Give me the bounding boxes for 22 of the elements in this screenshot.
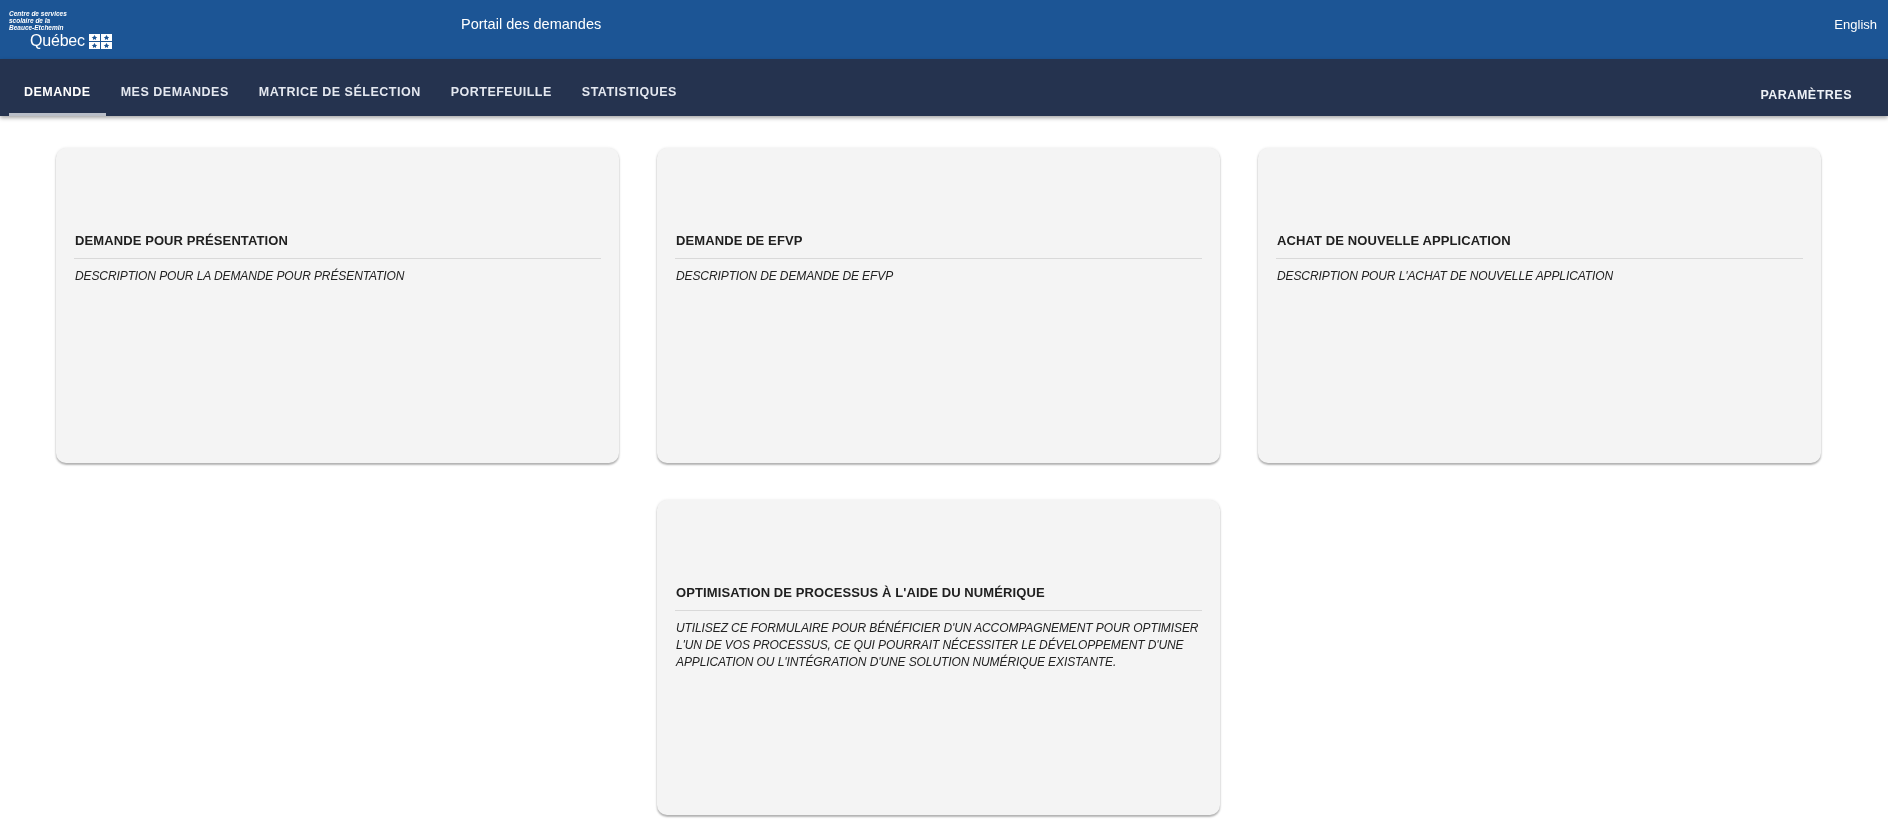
request-card[interactable]: DEMANDE POUR PRÉSENTATION DESCRIPTION POUR LA DEMANDE POUR PRÉSENTATION (56, 148, 619, 463)
card-description: DESCRIPTION POUR L'ACHAT DE NOUVELLE APPLICATION (1277, 268, 1614, 285)
card-title: OPTIMISATION DE PROCESSUS À L'AIDE DU NUMÉRIQUE (676, 584, 1046, 602)
card-title: DEMANDE DE EFVP (676, 232, 804, 250)
nav-tab[interactable]: MES DEMANDES (105, 68, 244, 116)
nav-tab[interactable]: STATISTIQUES (566, 68, 692, 116)
nav-tab[interactable]: DEMANDE (9, 68, 106, 116)
card-description: DESCRIPTION POUR LA DEMANDE POUR PRÉSENTATION (75, 268, 406, 285)
nav-tab[interactable]: MATRICE DE SÉLECTION (243, 68, 436, 116)
card-description: UTILISEZ CE FORMULAIRE POUR BÉNÉFICIER D'UN ACCOMPAGNEMENT POUR OPTIMISER L'UN DE VOS PROCESSUS, CE QUI POURRAIT NÉCESSITER LE DÉVELOPPEMENT D'UNE APPLICATION OU L'INTÉGRATION D'UNE SOLUTION NUMÉRIQUE EXISTANTE. (676, 620, 1200, 671)
card-title: ACHAT DE NOUVELLE APPLICATION (1277, 232, 1512, 250)
wordmark-text: Québec (30, 32, 85, 51)
portal-title: Portail des demandes (461, 15, 602, 35)
settings-link[interactable]: PARAMÈTRES (1745, 68, 1867, 116)
flag-icon (88, 33, 112, 49)
language-link[interactable]: English (1834, 14, 1877, 35)
request-card[interactable]: DEMANDE DE EFVP DESCRIPTION DE DEMANDE DE EFVP (657, 148, 1220, 463)
card-description: DESCRIPTION DE DEMANDE DE EFVP (676, 268, 895, 285)
nav-tab[interactable]: PORTEFEUILLE (435, 68, 567, 116)
request-card[interactable]: ACHAT DE NOUVELLE APPLICATION DESCRIPTION POUR L'ACHAT DE NOUVELLE APPLICATION (1258, 148, 1821, 463)
request-card[interactable] (657, 500, 1220, 815)
card-title: DEMANDE POUR PRÉSENTATION (75, 232, 289, 250)
